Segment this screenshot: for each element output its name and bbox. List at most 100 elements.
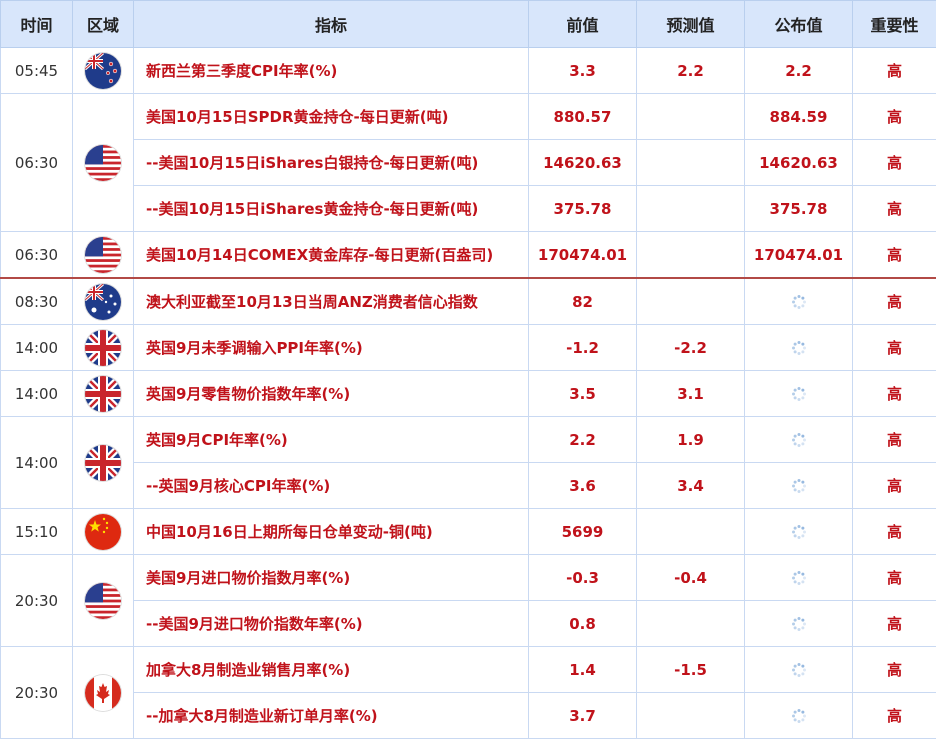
previous-cell: 5699 bbox=[528, 508, 637, 555]
previous-cell: 375.78 bbox=[528, 185, 637, 232]
header-time: 时间 bbox=[0, 0, 73, 48]
importance-cell: 高 bbox=[852, 139, 936, 186]
indicator-cell[interactable]: 英国9月零售物价指数年率(%) bbox=[133, 370, 529, 417]
region-cell bbox=[72, 508, 134, 555]
forecast-cell bbox=[636, 93, 745, 140]
table-row: 14:00 英国9月未季调输入PPI年率(%) -1.2 -2.2 高 bbox=[0, 324, 936, 371]
table-row: 05:45 新西兰第三季度CPI年率(%) 3.3 2.2 2.2 高 bbox=[0, 47, 936, 94]
loading-spinner-icon bbox=[791, 294, 807, 310]
indicator-cell[interactable]: 英国9月未季调输入PPI年率(%) bbox=[133, 324, 529, 371]
previous-cell: -0.3 bbox=[528, 554, 637, 601]
indicator-cell[interactable]: 澳大利亚截至10月13日当周ANZ消费者信心指数 bbox=[133, 277, 529, 325]
actual-cell: 170474.01 bbox=[744, 231, 853, 279]
importance-cell: 高 bbox=[852, 185, 936, 232]
actual-cell bbox=[744, 324, 853, 371]
actual-cell bbox=[744, 646, 853, 693]
importance-cell: 高 bbox=[852, 277, 936, 325]
us-flag-icon bbox=[85, 236, 121, 273]
indicator-cell[interactable]: 美国10月14日COMEX黄金库存-每日更新(百盎司) bbox=[133, 231, 529, 279]
header-forecast: 预测值 bbox=[636, 0, 745, 48]
region-cell bbox=[72, 231, 134, 279]
table-row: 20:30 美国9月进口物价指数月率(%) -0.3 -0.4 高 bbox=[0, 554, 936, 647]
time-cell: 08:30 bbox=[0, 277, 73, 325]
previous-cell: 14620.63 bbox=[528, 139, 637, 186]
economic-calendar-table: 时间 区域 指标 前值 预测值 公布值 重要性 05:45 新西兰第三季度CPI年… bbox=[0, 0, 936, 739]
indicator-cell[interactable]: --加拿大8月制造业新订单月率(%) bbox=[133, 692, 529, 739]
indicator-cell[interactable]: --美国10月15日iShares白银持仓-每日更新(吨) bbox=[133, 139, 529, 186]
actual-cell: 375.78 bbox=[744, 185, 853, 232]
region-cell bbox=[72, 554, 134, 647]
table-row: --美国10月15日iShares黄金持仓-每日更新(吨) 375.78 375.7… bbox=[1, 185, 936, 232]
previous-cell: 2.2 bbox=[528, 416, 637, 463]
previous-cell: -1.2 bbox=[528, 324, 637, 371]
header-region: 区域 bbox=[72, 0, 134, 48]
canada-flag-icon bbox=[85, 674, 121, 711]
uk-flag-icon bbox=[85, 444, 121, 481]
forecast-cell bbox=[636, 185, 745, 232]
region-cell bbox=[72, 370, 134, 417]
forecast-cell bbox=[636, 692, 745, 739]
importance-cell: 高 bbox=[852, 324, 936, 371]
importance-cell: 高 bbox=[852, 508, 936, 555]
previous-cell: 0.8 bbox=[528, 600, 637, 647]
previous-cell: 3.5 bbox=[528, 370, 637, 417]
previous-cell: 3.7 bbox=[528, 692, 637, 739]
loading-spinner-icon bbox=[791, 386, 807, 402]
region-cell bbox=[72, 93, 134, 232]
actual-cell bbox=[744, 416, 853, 463]
indicator-cell[interactable]: 英国9月CPI年率(%) bbox=[133, 416, 529, 463]
table-row: 15:10 中国10月16日上期所每日仓单变动-铜(吨) 5699 高 bbox=[0, 508, 936, 555]
indicator-cell[interactable]: 加拿大8月制造业销售月率(%) bbox=[133, 646, 529, 693]
forecast-cell bbox=[636, 139, 745, 186]
actual-cell: 2.2 bbox=[744, 47, 853, 94]
indicator-cell[interactable]: 中国10月16日上期所每日仓单变动-铜(吨) bbox=[133, 508, 529, 555]
importance-cell: 高 bbox=[852, 93, 936, 140]
indicator-cell[interactable]: --美国9月进口物价指数年率(%) bbox=[133, 600, 529, 647]
header-actual: 公布值 bbox=[744, 0, 853, 48]
actual-cell bbox=[744, 692, 853, 739]
importance-cell: 高 bbox=[852, 600, 936, 647]
loading-spinner-icon bbox=[791, 524, 807, 540]
actual-cell bbox=[744, 462, 853, 509]
australia-flag-icon bbox=[85, 283, 121, 320]
importance-cell: 高 bbox=[852, 47, 936, 94]
new-zealand-flag-icon bbox=[85, 52, 121, 89]
region-cell bbox=[72, 646, 134, 739]
time-cell: 06:30 bbox=[0, 93, 73, 232]
loading-spinner-icon bbox=[791, 432, 807, 448]
previous-cell: 170474.01 bbox=[528, 231, 637, 279]
indicator-cell[interactable]: 新西兰第三季度CPI年率(%) bbox=[133, 47, 529, 94]
region-cell bbox=[72, 416, 134, 509]
region-cell bbox=[72, 277, 134, 325]
indicator-cell[interactable]: 美国9月进口物价指数月率(%) bbox=[133, 554, 529, 601]
previous-cell: 880.57 bbox=[528, 93, 637, 140]
loading-spinner-icon bbox=[791, 708, 807, 724]
table-row: 14:00 英国9月零售物价指数年率(%) 3.5 3.1 高 bbox=[0, 370, 936, 417]
actual-cell bbox=[744, 370, 853, 417]
region-cell bbox=[72, 324, 134, 371]
header-row: 时间 区域 指标 前值 预测值 公布值 重要性 bbox=[0, 0, 936, 48]
indicator-cell[interactable]: --美国10月15日iShares黄金持仓-每日更新(吨) bbox=[133, 185, 529, 232]
forecast-cell: 1.9 bbox=[636, 416, 745, 463]
china-flag-icon bbox=[85, 513, 121, 550]
forecast-cell bbox=[636, 600, 745, 647]
previous-cell: 1.4 bbox=[528, 646, 637, 693]
indicator-cell[interactable]: --英国9月核心CPI年率(%) bbox=[133, 462, 529, 509]
header-previous: 前值 bbox=[528, 0, 637, 48]
region-cell bbox=[72, 47, 134, 94]
previous-cell: 3.6 bbox=[528, 462, 637, 509]
time-cell: 05:45 bbox=[0, 47, 73, 94]
time-cell: 20:30 bbox=[0, 554, 73, 647]
header-importance: 重要性 bbox=[852, 0, 936, 48]
importance-cell: 高 bbox=[852, 231, 936, 279]
table-row: 08:30 澳大利亚截至10月13日当周ANZ消费者信心指数 82 高 bbox=[0, 277, 936, 325]
time-cell: 14:00 bbox=[0, 324, 73, 371]
importance-cell: 高 bbox=[852, 416, 936, 463]
forecast-cell: -1.5 bbox=[636, 646, 745, 693]
actual-cell bbox=[744, 508, 853, 555]
loading-spinner-icon bbox=[791, 570, 807, 586]
indicator-cell[interactable]: 美国10月15日SPDR黄金持仓-每日更新(吨) bbox=[133, 93, 529, 140]
forecast-cell: 3.4 bbox=[636, 462, 745, 509]
forecast-cell: -0.4 bbox=[636, 554, 745, 601]
importance-cell: 高 bbox=[852, 370, 936, 417]
